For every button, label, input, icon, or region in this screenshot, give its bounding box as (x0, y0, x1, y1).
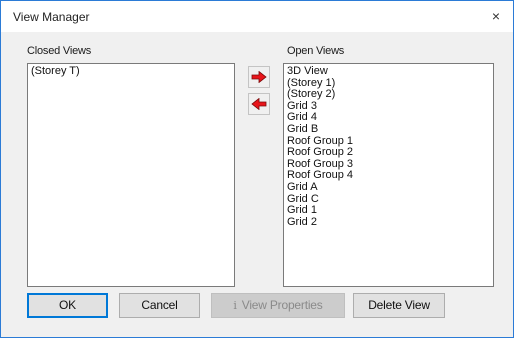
closed-views-label: Closed Views (27, 45, 92, 57)
list-item[interactable]: Roof Group 2 (287, 147, 490, 159)
list-item[interactable]: Grid 2 (287, 216, 490, 229)
red-arrow-right-icon (251, 71, 267, 83)
closed-views-list[interactable]: (Storey T) (27, 63, 235, 287)
view-manager-dialog: View Manager × Closed Views (Storey T) O… (0, 0, 514, 338)
title-bar[interactable]: View Manager × (1, 1, 513, 32)
view-properties-button-label: View Properties (241, 298, 323, 312)
close-icon: × (491, 8, 501, 24)
list-item[interactable]: Grid A (287, 181, 490, 194)
move-to-closed-button[interactable] (248, 93, 270, 115)
ok-button-label: OK (59, 298, 76, 312)
cancel-button-label: Cancel (141, 298, 178, 312)
cancel-button[interactable]: Cancel (119, 293, 200, 318)
closed-views-items: (Storey T) (31, 65, 231, 78)
list-item[interactable]: (Storey T) (31, 65, 231, 78)
open-views-list[interactable]: 3D View (Storey 1) (Storey 2) Grid 3 Grid 4G… (283, 63, 494, 287)
close-button[interactable]: × (479, 1, 513, 32)
move-to-open-button[interactable] (248, 66, 270, 88)
open-views-items: 3D View (Storey 1) (Storey 2) Grid 3 Grid 4G… (287, 65, 490, 229)
view-properties-button[interactable]: i View Properties (211, 293, 345, 318)
list-item[interactable]: 3D View (287, 65, 490, 78)
list-item[interactable]: Grid C (287, 193, 490, 206)
red-arrow-left-icon (251, 98, 267, 110)
delete-view-button-label: Delete View (368, 298, 430, 312)
delete-view-button[interactable]: Delete View (353, 293, 445, 318)
list-item[interactable]: Grid 1 (287, 205, 490, 217)
dialog-title: View Manager (13, 10, 90, 24)
list-item[interactable]: (Storey 2) (287, 89, 490, 101)
list-item[interactable]: Grid B (287, 123, 490, 136)
list-item[interactable]: Grid 3 (287, 100, 490, 113)
open-views-label: Open Views (287, 45, 345, 57)
ok-button[interactable]: OK (27, 293, 108, 318)
info-icon: i (233, 299, 237, 312)
